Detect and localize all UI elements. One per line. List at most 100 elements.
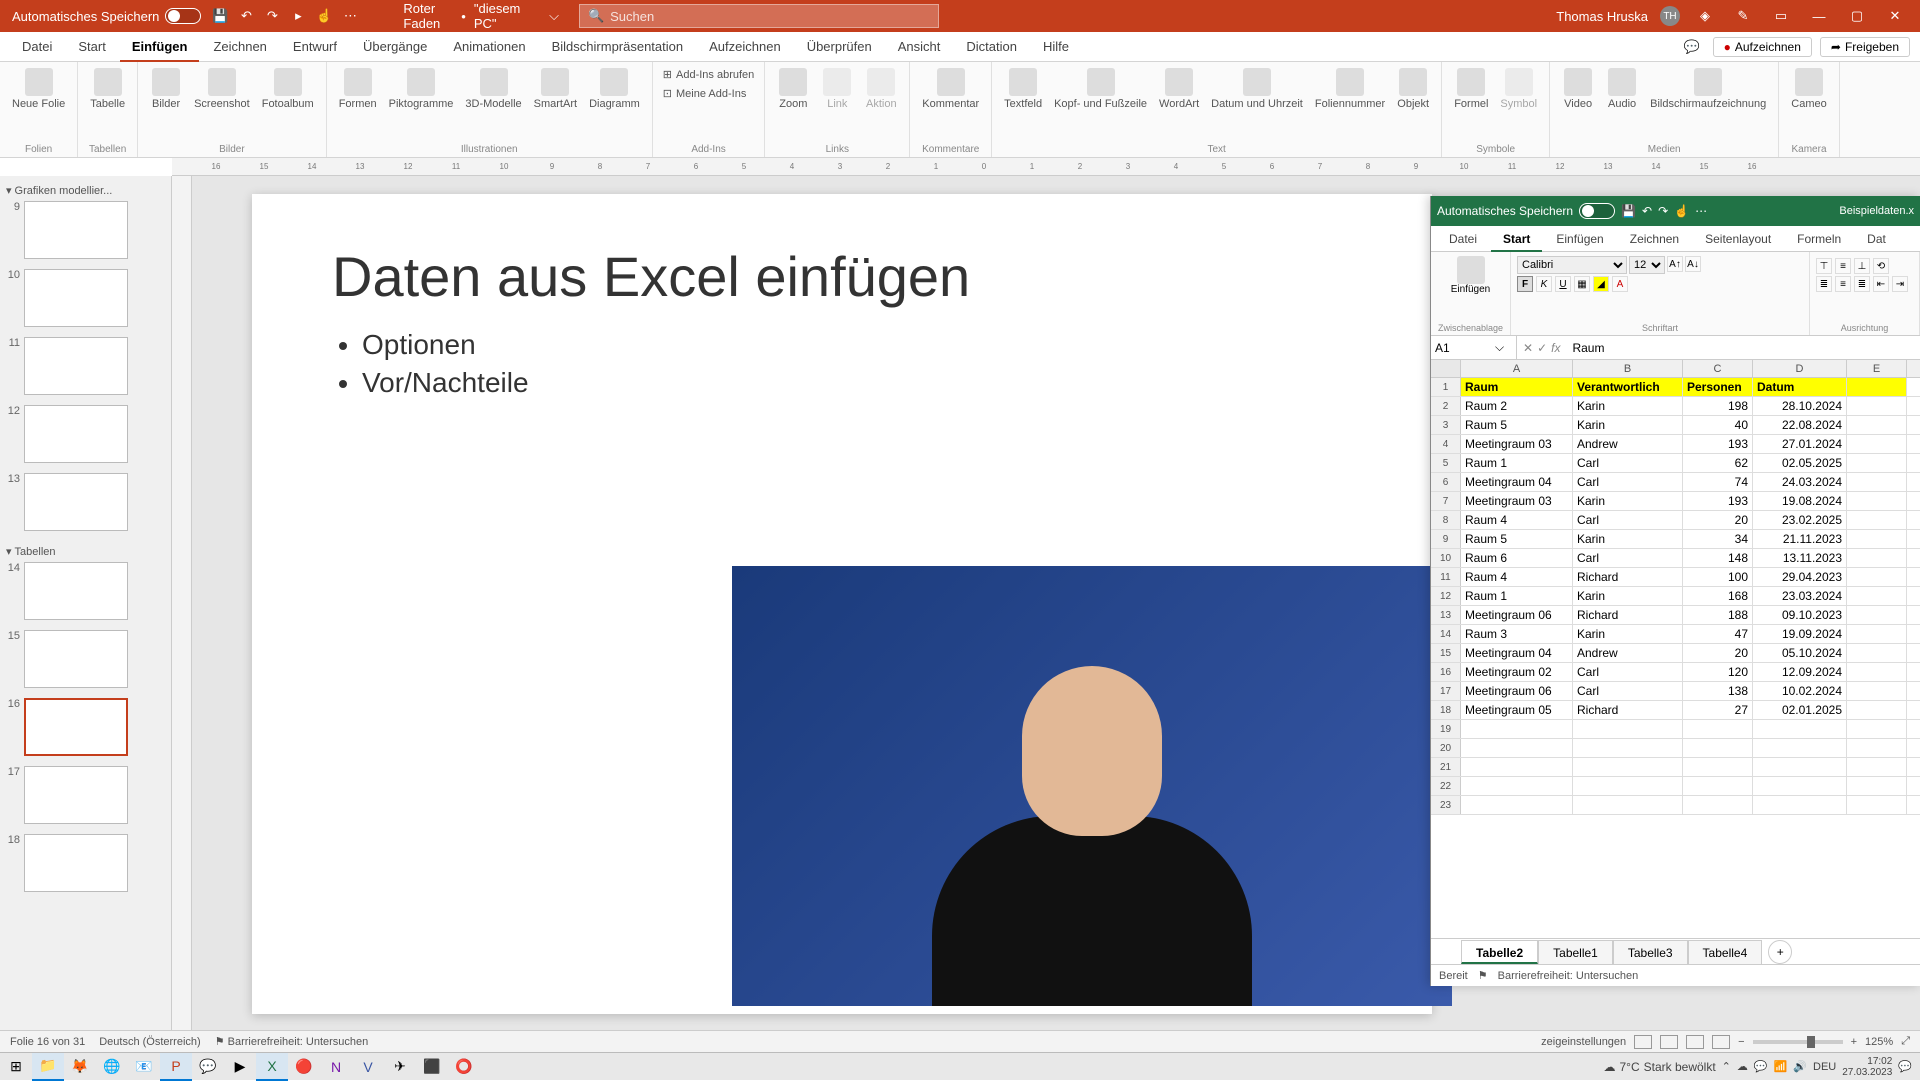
row-header[interactable]: 21	[1431, 758, 1461, 776]
cell[interactable]	[1461, 777, 1573, 795]
cell[interactable]: Carl	[1573, 454, 1683, 472]
excel-tab-formeln[interactable]: Formeln	[1785, 226, 1853, 252]
border-button[interactable]: ▦	[1574, 276, 1590, 292]
wordart-button[interactable]: WordArt	[1155, 66, 1203, 112]
cell[interactable]	[1847, 701, 1907, 719]
cell[interactable]	[1847, 492, 1907, 510]
autosave-control[interactable]: Automatisches Speichern	[6, 8, 207, 24]
thumb-14[interactable]: 14	[4, 562, 167, 620]
table-row[interactable]: 13Meetingraum 06Richard18809.10.2023	[1431, 606, 1920, 625]
tab-uebergaenge[interactable]: Übergänge	[351, 32, 439, 62]
cell[interactable]	[1683, 720, 1753, 738]
onenote-icon[interactable]: N	[320, 1053, 352, 1081]
cell[interactable]: 23.03.2024	[1753, 587, 1847, 605]
cell[interactable]	[1753, 720, 1847, 738]
cell[interactable]: Raum 2	[1461, 397, 1573, 415]
add-sheet-button[interactable]: +	[1768, 940, 1792, 964]
cell[interactable]: 29.04.2023	[1753, 568, 1847, 586]
font-name-select[interactable]: Calibri	[1517, 256, 1627, 274]
app-icon-3[interactable]: ⬛	[416, 1053, 448, 1081]
orientation-icon[interactable]: ⟲	[1873, 258, 1889, 274]
video-button[interactable]: Video	[1558, 66, 1598, 112]
cell[interactable]	[1573, 796, 1683, 814]
zoom-level[interactable]: 125%	[1865, 1036, 1893, 1048]
table-button[interactable]: Tabelle	[86, 66, 129, 112]
thumb-11[interactable]: 11	[4, 337, 167, 395]
row-header[interactable]: 7	[1431, 492, 1461, 510]
object-button[interactable]: Objekt	[1393, 66, 1433, 112]
cell[interactable]: 148	[1683, 549, 1753, 567]
slidenum-button[interactable]: Foliennummer	[1311, 66, 1389, 112]
normal-view-icon[interactable]	[1634, 1035, 1652, 1049]
tab-zeichnen[interactable]: Zeichnen	[201, 32, 278, 62]
cell[interactable]	[1847, 397, 1907, 415]
tab-bildschirm[interactable]: Bildschirmpräsentation	[540, 32, 696, 62]
cell[interactable]: Karin	[1573, 492, 1683, 510]
table-row[interactable]: 11Raum 4Richard10029.04.2023	[1431, 568, 1920, 587]
table-row[interactable]: 23	[1431, 796, 1920, 815]
cell[interactable]: 168	[1683, 587, 1753, 605]
app-icon-2[interactable]: 🔴	[288, 1053, 320, 1081]
cell[interactable]: 21.11.2023	[1753, 530, 1847, 548]
cell[interactable]: Raum 3	[1461, 625, 1573, 643]
excel-undo-icon[interactable]: ↶	[1642, 204, 1652, 218]
chevron-down-icon[interactable]: ⌵	[549, 8, 559, 24]
cell[interactable]	[1461, 720, 1573, 738]
row-header[interactable]: 8	[1431, 511, 1461, 529]
select-all-corner[interactable]	[1431, 360, 1461, 377]
undo-icon[interactable]: ↶	[235, 5, 257, 27]
cell[interactable]	[1753, 739, 1847, 757]
clock[interactable]: 17:02 27.03.2023	[1842, 1056, 1892, 1078]
touch-icon[interactable]: ☝	[313, 5, 335, 27]
cell[interactable]: Karin	[1573, 625, 1683, 643]
cell[interactable]: 12.09.2024	[1753, 663, 1847, 681]
cell[interactable]: Meetingraum 05	[1461, 701, 1573, 719]
excel-save-icon[interactable]: 💾	[1621, 204, 1636, 218]
row-header[interactable]: 6	[1431, 473, 1461, 491]
indent-inc-icon[interactable]: ⇥	[1892, 276, 1908, 292]
screenrec-button[interactable]: Bildschirmaufzeichnung	[1646, 66, 1770, 112]
enter-icon[interactable]: ✓	[1537, 341, 1547, 355]
row-header[interactable]: 23	[1431, 796, 1461, 814]
thumb-12[interactable]: 12	[4, 405, 167, 463]
row-header[interactable]: 14	[1431, 625, 1461, 643]
chevron-down-icon[interactable]: ⌵	[1495, 340, 1504, 355]
maximize-icon[interactable]: ▢	[1846, 5, 1868, 27]
row-header[interactable]: 1	[1431, 378, 1461, 396]
excel-touch-icon[interactable]: ☝	[1674, 204, 1689, 218]
comments-icon[interactable]: 💬	[1681, 36, 1703, 58]
table-row[interactable]: 6Meetingraum 04Carl7424.03.2024	[1431, 473, 1920, 492]
header-cell[interactable]: Verantwortlich	[1573, 378, 1683, 396]
table-row[interactable]: 19	[1431, 720, 1920, 739]
cell[interactable]: 198	[1683, 397, 1753, 415]
cell[interactable]: Richard	[1573, 606, 1683, 624]
slide-body[interactable]: Optionen Vor/Nachteile	[252, 329, 1432, 399]
excel-tab-seitenlayout[interactable]: Seitenlayout	[1693, 226, 1783, 252]
my-addins-button[interactable]: ⊡Meine Add-Ins	[661, 85, 757, 102]
cell[interactable]: Karin	[1573, 587, 1683, 605]
table-row[interactable]: 16Meetingraum 02Carl12012.09.2024	[1431, 663, 1920, 682]
align-left-icon[interactable]: ≣	[1816, 276, 1832, 292]
slide-title[interactable]: Daten aus Excel einfügen	[252, 194, 1432, 329]
bold-button[interactable]: F	[1517, 276, 1533, 292]
align-middle-icon[interactable]: ≡	[1835, 258, 1851, 274]
indent-dec-icon[interactable]: ⇤	[1873, 276, 1889, 292]
cell[interactable]	[1683, 739, 1753, 757]
symbol-button[interactable]: Symbol	[1496, 66, 1541, 112]
sorter-view-icon[interactable]	[1660, 1035, 1678, 1049]
fit-icon[interactable]: ⤢	[1901, 1035, 1910, 1048]
table-row[interactable]: 2Raum 2Karin19828.10.2024	[1431, 397, 1920, 416]
table-row[interactable]: 18Meetingraum 05Richard2702.01.2025	[1431, 701, 1920, 720]
table-row[interactable]: 15Meetingraum 04Andrew2005.10.2024	[1431, 644, 1920, 663]
tab-ansicht[interactable]: Ansicht	[886, 32, 953, 62]
action-button[interactable]: Aktion	[861, 66, 901, 112]
row-header[interactable]: 9	[1431, 530, 1461, 548]
cell[interactable]: Carl	[1573, 663, 1683, 681]
firefox-icon[interactable]: 🦊	[64, 1053, 96, 1081]
smartart-button[interactable]: SmartArt	[530, 66, 581, 112]
tray-chat-icon[interactable]: 💬	[1754, 1060, 1768, 1073]
minimize-icon[interactable]: —	[1808, 5, 1830, 27]
cell[interactable]	[1573, 758, 1683, 776]
outlook-icon[interactable]: 📧	[128, 1053, 160, 1081]
cell[interactable]	[1573, 777, 1683, 795]
